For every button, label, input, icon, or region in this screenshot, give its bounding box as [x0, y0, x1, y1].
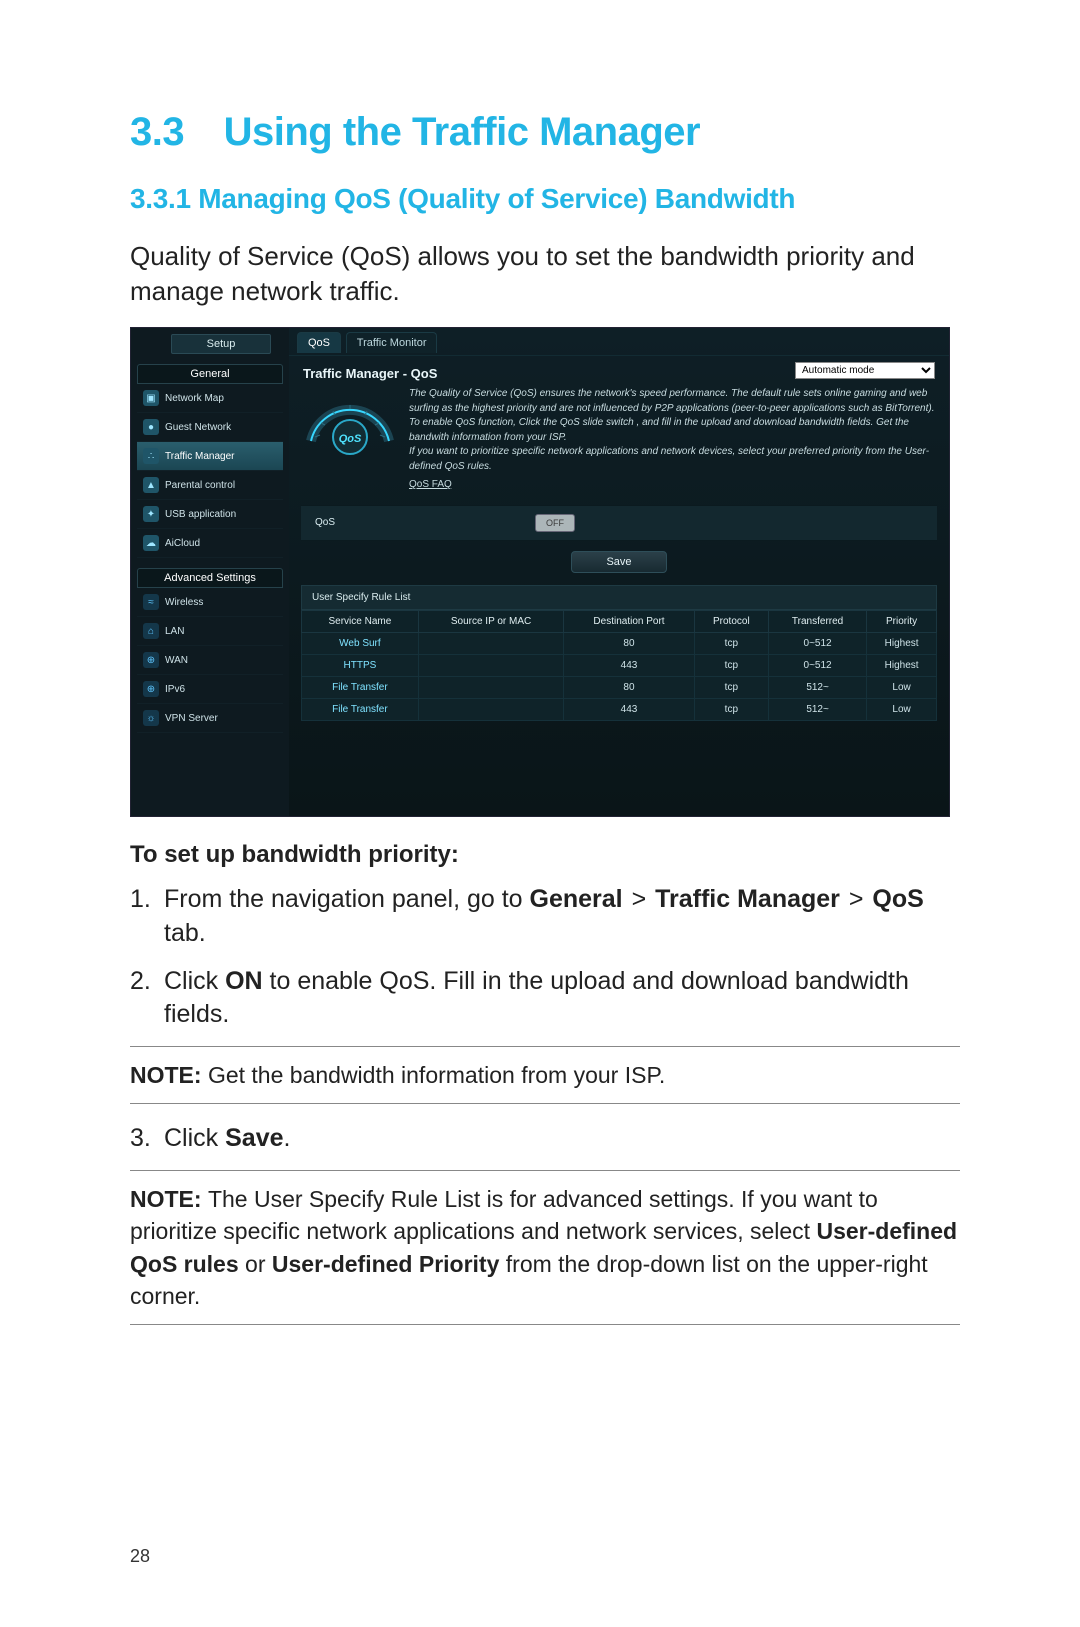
sidebar-item-label: Traffic Manager — [165, 451, 234, 462]
tab-qos[interactable]: QoS — [297, 332, 341, 353]
cell-src — [418, 676, 563, 698]
step-3: 3. Click Save. — [130, 1122, 960, 1156]
rule-table: Service NameSource IP or MACDestination … — [301, 610, 937, 721]
sidebar-item-wan[interactable]: ⊕ WAN — [137, 646, 283, 675]
cell-proto: tcp — [694, 654, 768, 676]
cell-prio: Low — [867, 676, 937, 698]
sidebar-item-usb-application[interactable]: ✦ USB application — [137, 500, 283, 529]
cell-trans: 0~512 — [769, 632, 867, 654]
lan-icon: ⌂ — [143, 623, 159, 639]
step-1: 1. From the navigation panel, go to Gene… — [130, 883, 960, 951]
cell-prio: Low — [867, 698, 937, 720]
cell-svc: File Transfer — [302, 698, 419, 720]
rule-list-header: User Specify Rule List — [301, 585, 937, 610]
sidebar-item-label: LAN — [165, 626, 184, 637]
parental-control-icon: ▲ — [143, 477, 159, 493]
cell-src — [418, 698, 563, 720]
cell-port: 80 — [564, 632, 694, 654]
note-isp: NOTE: Get the bandwidth information from… — [130, 1046, 960, 1104]
manual-page: 3.3 Using the Traffic Manager 3.3.1 Mana… — [0, 0, 1080, 1627]
sidebar-group-general: General — [137, 364, 283, 384]
qos-toggle[interactable]: OFF — [535, 514, 575, 532]
cell-port: 80 — [564, 676, 694, 698]
tab-traffic-monitor[interactable]: Traffic Monitor — [346, 332, 438, 353]
usb-application-icon: ✦ — [143, 506, 159, 522]
sidebar-item-label: Parental control — [165, 480, 235, 491]
ipv6-icon: ⊕ — [143, 681, 159, 697]
guest-network-icon: ● — [143, 419, 159, 435]
sidebar-item-guest-network[interactable]: ● Guest Network — [137, 413, 283, 442]
aicloud-icon: ☁ — [143, 535, 159, 551]
cell-trans: 0~512 — [769, 654, 867, 676]
mode-dropdown[interactable]: Automatic mode — [795, 362, 935, 379]
cell-trans: 512~ — [769, 698, 867, 720]
cell-src — [418, 654, 563, 676]
column-header: Priority — [867, 610, 937, 632]
column-header: Transferred — [769, 610, 867, 632]
router-tabs: QoS Traffic Monitor — [289, 328, 949, 356]
qos-description: The Quality of Service (QoS) ensures the… — [409, 387, 935, 493]
intro-paragraph: Quality of Service (QoS) allows you to s… — [130, 239, 960, 309]
column-header: Protocol — [694, 610, 768, 632]
save-button[interactable]: Save — [571, 551, 666, 573]
table-row: Web Surf 80tcp0~512Highest — [302, 632, 937, 654]
note-user-rules: NOTE: The User Specify Rule List is for … — [130, 1170, 960, 1325]
network-map-icon: ▣ — [143, 390, 159, 406]
column-header: Source IP or MAC — [418, 610, 563, 632]
sidebar-setup-button[interactable]: Setup — [171, 334, 271, 354]
sidebar-item-label: Wireless — [165, 597, 203, 608]
mode-select[interactable]: Automatic mode — [795, 362, 935, 379]
sidebar-item-traffic-manager[interactable]: ∴ Traffic Manager — [137, 442, 283, 471]
page-number: 28 — [130, 1546, 150, 1567]
cell-svc: Web Surf — [302, 632, 419, 654]
column-header: Service Name — [302, 610, 419, 632]
cell-prio: Highest — [867, 632, 937, 654]
cell-port: 443 — [564, 698, 694, 720]
cell-svc: HTTPS — [302, 654, 419, 676]
sidebar-group-advanced: Advanced Settings — [137, 568, 283, 588]
cell-port: 443 — [564, 654, 694, 676]
sidebar-item-label: VPN Server — [165, 713, 218, 724]
column-header: Destination Port — [564, 610, 694, 632]
cell-src — [418, 632, 563, 654]
sidebar-item-wireless[interactable]: ≈ Wireless — [137, 588, 283, 617]
sidebar-item-label: Network Map — [165, 393, 224, 404]
table-row: HTTPS 443tcp0~512Highest — [302, 654, 937, 676]
cell-trans: 512~ — [769, 676, 867, 698]
sidebar-item-network-map[interactable]: ▣ Network Map — [137, 384, 283, 413]
sidebar-item-label: USB application — [165, 509, 236, 520]
step-2: 2. Click ON to enable QoS. Fill in the u… — [130, 965, 960, 1033]
cell-prio: Highest — [867, 654, 937, 676]
qos-faq-link[interactable]: QoS FAQ — [409, 478, 452, 493]
sidebar-item-label: WAN — [165, 655, 188, 666]
svg-text:QoS: QoS — [339, 433, 362, 445]
table-row: File Transfer 443tcp512~Low — [302, 698, 937, 720]
sidebar-item-parental-control[interactable]: ▲ Parental control — [137, 471, 283, 500]
sidebar-item-label: AiCloud — [165, 538, 200, 549]
traffic-manager-icon: ∴ — [143, 448, 159, 464]
cell-proto: tcp — [694, 698, 768, 720]
wireless-icon: ≈ — [143, 594, 159, 610]
cell-svc: File Transfer — [302, 676, 419, 698]
qos-enable-row: QoS OFF — [301, 505, 937, 541]
vpn-server-icon: ☼ — [143, 710, 159, 726]
section-title: 3.3 Using the Traffic Manager — [130, 110, 960, 155]
subsection-title: 3.3.1 Managing QoS (Quality of Service) … — [130, 183, 960, 215]
sidebar-item-aicloud[interactable]: ☁ AiCloud — [137, 529, 283, 558]
cell-proto: tcp — [694, 676, 768, 698]
sidebar-item-lan[interactable]: ⌂ LAN — [137, 617, 283, 646]
cell-proto: tcp — [694, 632, 768, 654]
router-sidebar: Setup General ▣ Network Map ● Guest Network… — [131, 328, 289, 816]
sidebar-item-label: Guest Network — [165, 422, 231, 433]
sidebar-item-vpn-server[interactable]: ☼ VPN Server — [137, 704, 283, 733]
sidebar-item-label: IPv6 — [165, 684, 185, 695]
qos-gauge-icon: QoS — [303, 387, 397, 457]
wan-icon: ⊕ — [143, 652, 159, 668]
instructions-heading: To set up bandwidth priority: — [130, 841, 960, 869]
table-row: File Transfer 80tcp512~Low — [302, 676, 937, 698]
sidebar-item-ipv6[interactable]: ⊕ IPv6 — [137, 675, 283, 704]
qos-row-label: QoS — [315, 517, 535, 528]
router-ui-screenshot: Setup General ▣ Network Map ● Guest Network… — [130, 327, 950, 817]
router-content: QoS Traffic Monitor Traffic Manager - Qo… — [289, 328, 949, 816]
